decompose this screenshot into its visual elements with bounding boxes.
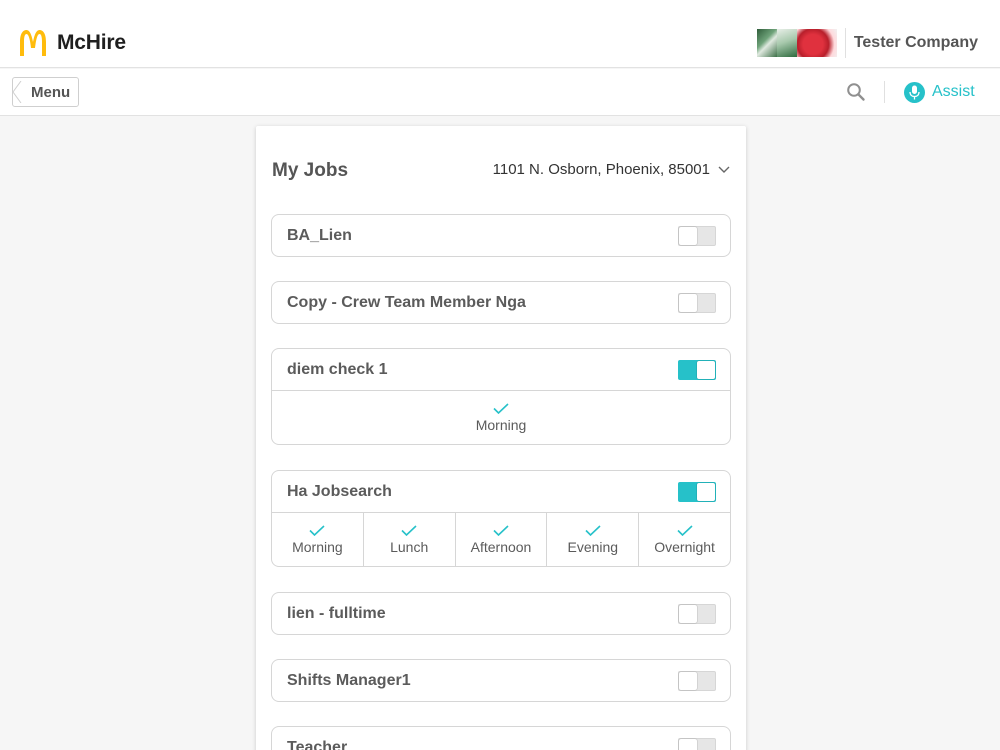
job-row: Ha Jobsearch	[272, 471, 730, 512]
assist-label: Assist	[932, 83, 975, 100]
shift-option-morning[interactable]: Morning	[272, 513, 364, 566]
shift-option-overnight[interactable]: Overnight	[639, 513, 730, 566]
job-toggle[interactable]	[678, 360, 716, 380]
job-item: Shifts Manager1	[271, 659, 731, 702]
shift-label: Afternoon	[470, 539, 532, 555]
job-toggle[interactable]	[678, 671, 716, 691]
shift-option-lunch[interactable]: Lunch	[364, 513, 456, 566]
job-toggle[interactable]	[678, 482, 716, 502]
my-jobs-card: My Jobs 1101 N. Osborn, Phoenix, 85001 B…	[256, 126, 746, 750]
shift-label: Overnight	[654, 539, 715, 555]
location-selector[interactable]: 1101 N. Osborn, Phoenix, 85001	[493, 161, 730, 178]
job-name: diem check 1	[287, 361, 388, 378]
shift-label: Lunch	[390, 539, 429, 555]
checkmark-icon	[493, 403, 509, 414]
company-info[interactable]: Tester Company	[756, 28, 978, 58]
job-item: Copy - Crew Team Member Nga	[271, 281, 731, 324]
job-row: lien - fulltime	[272, 593, 730, 634]
job-name: Teacher	[287, 739, 348, 750]
checkmark-icon	[677, 525, 693, 536]
menu-button[interactable]: Menu	[12, 77, 79, 107]
job-toggle[interactable]	[678, 738, 716, 750]
shift-label: Evening	[567, 539, 619, 555]
app-logo[interactable]: McHire	[18, 30, 126, 56]
checkmark-icon	[585, 525, 601, 536]
shift-option-morning[interactable]: Morning	[272, 391, 730, 444]
job-toggle[interactable]	[678, 226, 716, 246]
job-name: Ha Jobsearch	[287, 483, 392, 500]
checkmark-icon	[401, 525, 417, 536]
job-toggle[interactable]	[678, 293, 716, 313]
job-row: Shifts Manager1	[272, 660, 730, 701]
top-header: McHire Tester Company	[0, 0, 1000, 68]
job-item: lien - fulltime	[271, 592, 731, 635]
assist-button[interactable]: Assist	[904, 81, 975, 103]
location-text: 1101 N. Osborn, Phoenix, 85001	[492, 161, 710, 178]
company-name: Tester Company	[853, 34, 978, 51]
menu-label: Menu	[31, 83, 71, 101]
job-item: BA_Lien	[271, 214, 731, 257]
chevron-down-icon	[718, 166, 730, 173]
job-item: diem check 1 Morning	[271, 348, 731, 445]
card-title: My Jobs	[272, 160, 349, 181]
job-item: Teacher	[271, 726, 731, 750]
checkmark-icon	[309, 525, 325, 536]
search-icon[interactable]	[846, 82, 866, 102]
subheader-divider	[884, 81, 885, 103]
job-name: BA_Lien	[287, 227, 352, 244]
shift-option-evening[interactable]: Evening	[547, 513, 640, 566]
shift-label: Morning	[475, 417, 527, 433]
job-row: BA_Lien	[272, 215, 730, 256]
sub-header: Menu Assist	[0, 69, 1000, 116]
company-divider	[844, 28, 846, 58]
job-row: Teacher	[272, 727, 730, 750]
shift-option-afternoon[interactable]: Afternoon	[456, 513, 548, 566]
app-name: McHire	[57, 31, 126, 54]
checkmark-icon	[493, 525, 509, 536]
shift-options: Morning	[272, 390, 730, 444]
job-row: Copy - Crew Team Member Nga	[272, 282, 730, 323]
shift-options: Morning Lunch Afternoon Evening Overnigh…	[272, 512, 730, 566]
back-chevron-icon	[12, 81, 22, 103]
job-name: Copy - Crew Team Member Nga	[287, 294, 526, 311]
microphone-icon	[904, 81, 925, 103]
job-name: Shifts Manager1	[287, 672, 411, 689]
company-image	[756, 29, 837, 57]
job-row: diem check 1	[272, 349, 730, 390]
job-item: Ha Jobsearch Morning Lunch Afternoon Eve…	[271, 470, 731, 567]
job-toggle[interactable]	[678, 604, 716, 624]
job-name: lien - fulltime	[287, 605, 386, 622]
mcdonalds-arches-icon	[20, 30, 46, 56]
shift-label: Morning	[292, 539, 343, 555]
